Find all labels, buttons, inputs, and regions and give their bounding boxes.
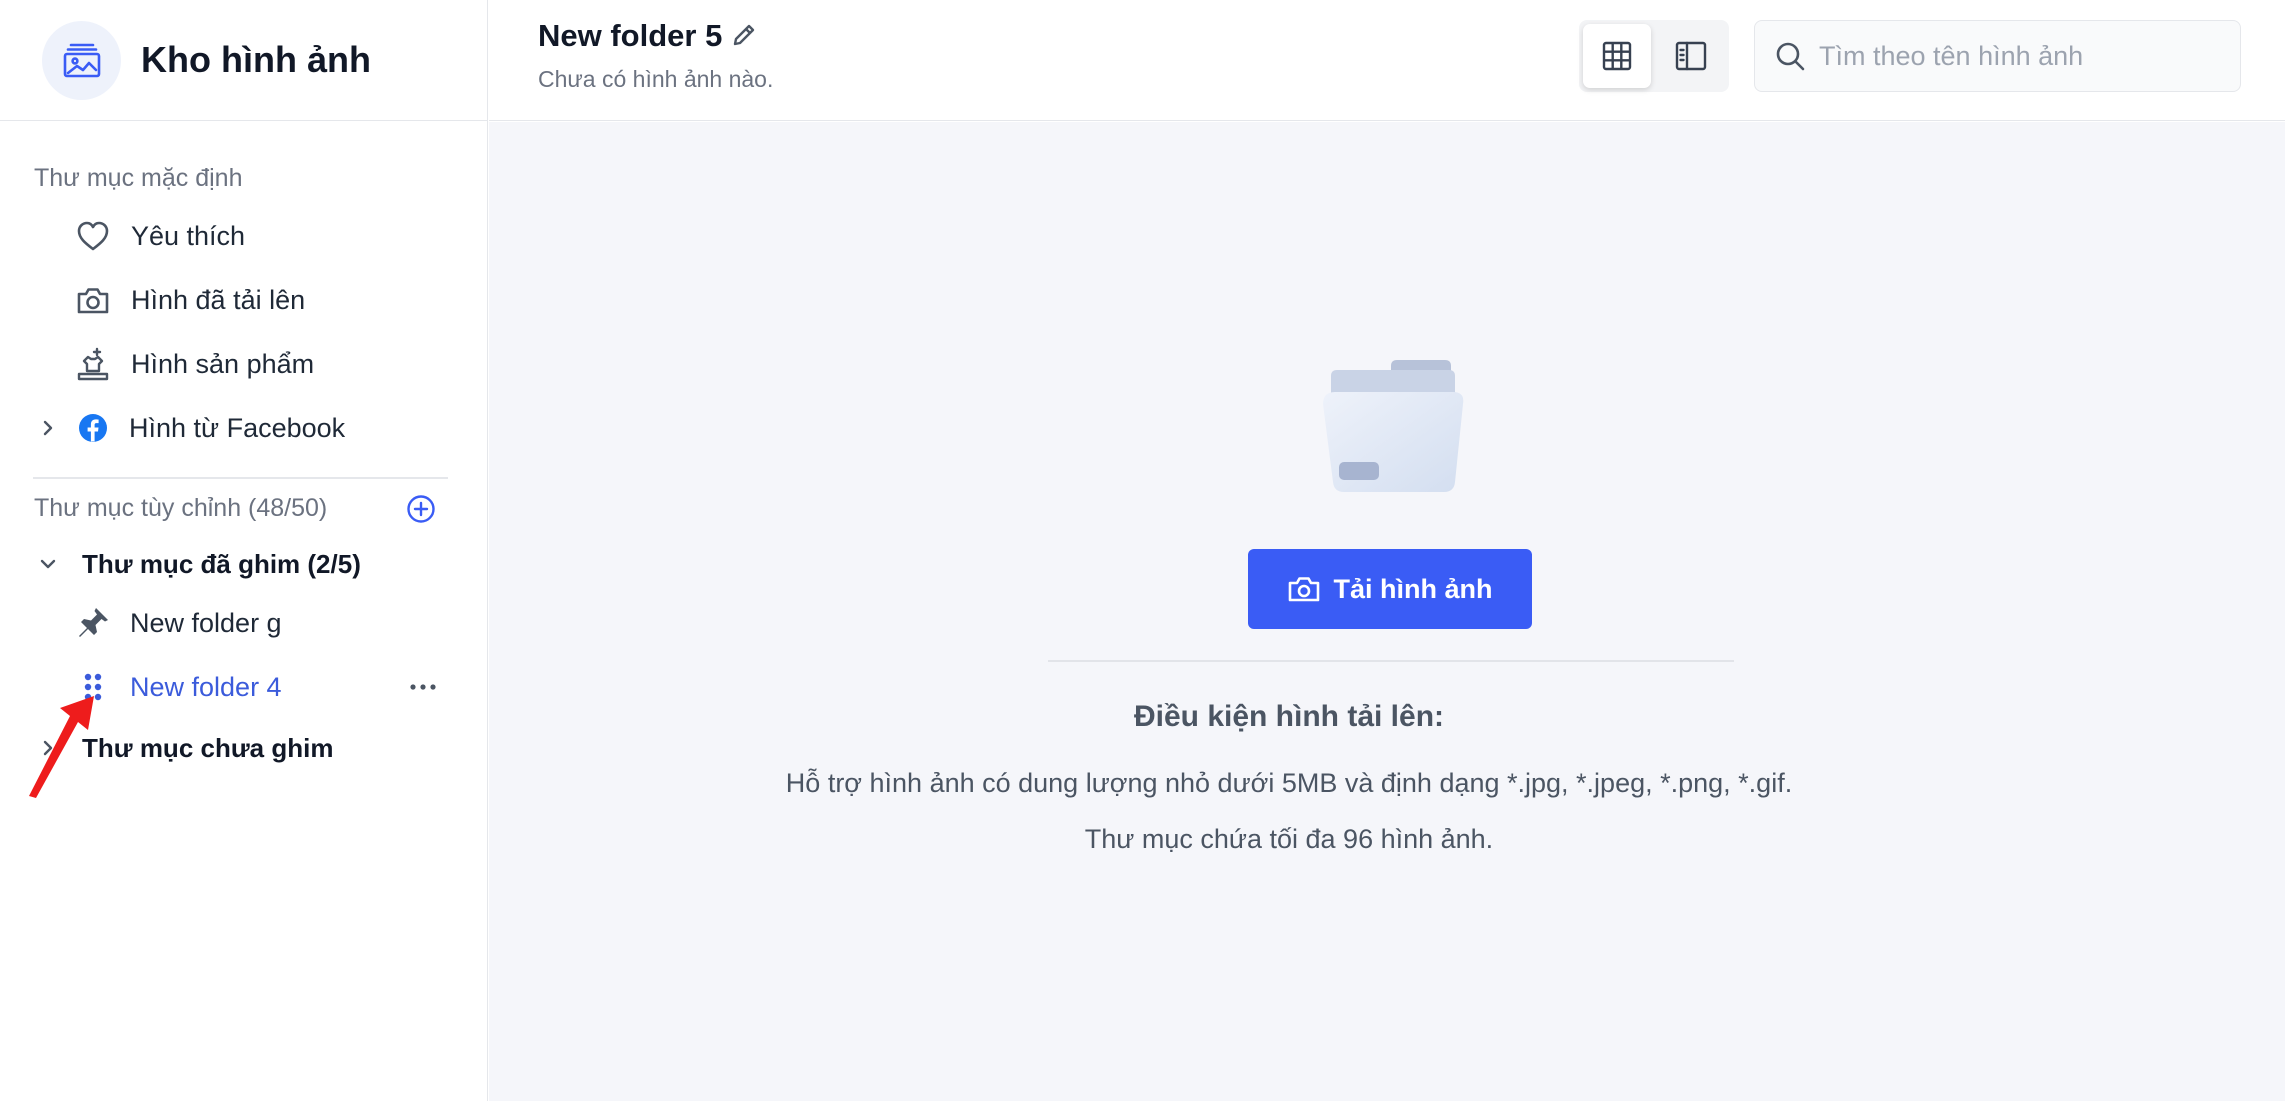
sidebar-item-facebook[interactable]: Hình từ Facebook: [0, 400, 488, 456]
pin-icon: [75, 605, 111, 641]
folder-more-button[interactable]: [405, 675, 441, 699]
sidebar-item-uploaded[interactable]: Hình đã tải lên: [0, 272, 488, 328]
product-icon: [75, 346, 111, 382]
edit-folder-name-button[interactable]: [729, 20, 759, 50]
sidebar-item-label: Yêu thích: [131, 220, 246, 251]
folder-subtitle: Chưa có hình ảnh nào.: [538, 66, 774, 92]
search-input[interactable]: [1819, 40, 2219, 72]
sidebar-item-products[interactable]: Hình sản phẩm: [0, 336, 488, 392]
plus-circle-icon: [407, 495, 435, 523]
add-folder-button[interactable]: [406, 494, 436, 524]
upload-button-label: Tải hình ảnh: [1333, 573, 1493, 604]
search-icon: [1773, 39, 1807, 73]
pencil-icon: [733, 24, 755, 46]
chevron-down-icon: [36, 552, 60, 576]
grid-view-button[interactable]: [1583, 24, 1651, 88]
sidebar: Kho hình ảnh Thư mục mặc định Yêu thích …: [0, 0, 488, 1101]
brand-header: Kho hình ảnh: [0, 0, 487, 121]
upload-conditions-format: Hỗ trợ hình ảnh có dung lượng nhỏ dưới 5…: [785, 768, 1793, 798]
upload-conditions-limit: Thư mục chứa tối đa 96 hình ảnh.: [1084, 824, 1494, 854]
main-content: Tải hình ảnh Điều kiện hình tải lên: Hỗ …: [489, 122, 2285, 1101]
grid-icon: [1602, 41, 1632, 71]
sidebar-item-new-folder-g[interactable]: New folder g: [0, 595, 488, 651]
sidebar-item-label: Hình đã tải lên: [131, 284, 306, 315]
camera-icon: [75, 282, 111, 318]
more-horizontal-icon: [410, 684, 436, 690]
upload-conditions-title: Điều kiện hình tải lên:: [1133, 700, 1445, 733]
list-view-button[interactable]: [1657, 24, 1725, 88]
camera-icon: [1288, 577, 1319, 602]
heart-icon: [75, 218, 111, 254]
pinned-group-label: Thư mục đã ghim (2/5): [82, 548, 361, 579]
app-title: Kho hình ảnh: [141, 39, 371, 80]
folder-title: New folder 5: [538, 18, 723, 53]
sidebar-item-label: Hình từ Facebook: [129, 412, 346, 443]
gallery-logo-icon: [42, 20, 121, 100]
chevron-right-icon[interactable]: [36, 416, 60, 440]
empty-folder-icon: [1323, 360, 1464, 492]
content-divider: [1048, 660, 1734, 662]
upload-image-button[interactable]: Tải hình ảnh: [1248, 549, 1532, 629]
search-box: [1754, 20, 2241, 92]
sidebar-layout-icon: [1675, 41, 1707, 71]
sidebar-item-label: Hình sản phẩm: [131, 348, 315, 379]
pinned-group-toggle[interactable]: Thư mục đã ghim (2/5): [0, 536, 488, 592]
sidebar-item-label: New folder g: [130, 607, 282, 638]
facebook-icon: [75, 410, 111, 446]
sidebar-item-favorites[interactable]: Yêu thích: [0, 208, 488, 264]
sidebar-divider: [33, 477, 448, 479]
annotation-arrow-icon: [29, 696, 94, 798]
unpinned-group-label: Thư mục chưa ghim: [82, 732, 334, 763]
sidebar-item-label: New folder 4: [130, 671, 282, 702]
top-header: New folder 5 Chưa có hình ảnh nào.: [489, 0, 2285, 121]
custom-folders-title: Thư mục tùy chỉnh (48/50): [34, 494, 328, 522]
view-mode-toggle: [1579, 20, 1729, 92]
default-folders-title: Thư mục mặc định: [34, 164, 243, 192]
